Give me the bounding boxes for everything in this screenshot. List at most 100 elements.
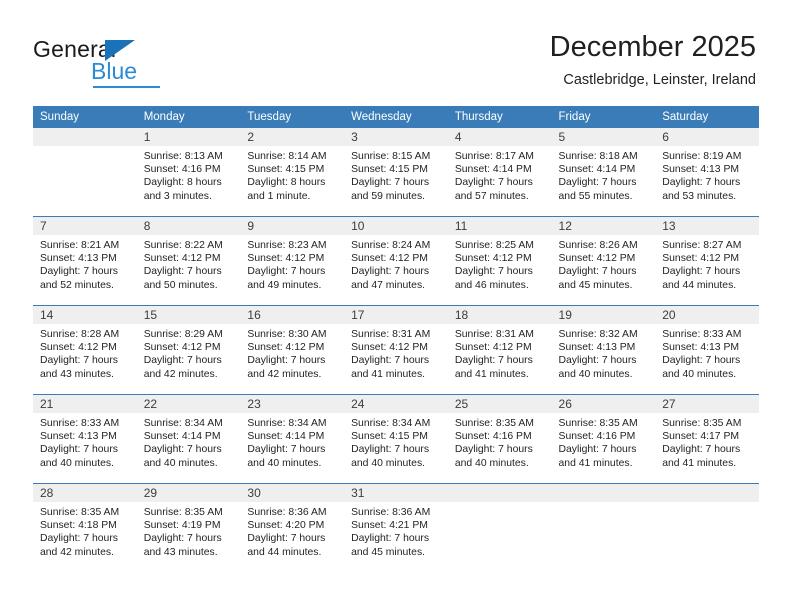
calendar-day-cell[interactable]: 6 Sunrise: 8:19 AM Sunset: 4:13 PM Daylight…: [655, 128, 759, 217]
sunset-text: Sunset: 4:20 PM: [247, 520, 325, 532]
calendar-day-cell[interactable]: [33, 128, 137, 217]
calendar-day-cell[interactable]: 10 Sunrise: 8:24 AM Sunset: 4:12 PM Dayligh…: [344, 216, 448, 306]
weekday-header-friday: Friday: [551, 106, 656, 128]
calendar-day-cell[interactable]: 2 Sunrise: 8:14 AM Sunset: 4:15 PM Daylight…: [240, 128, 345, 217]
calendar-day-cell[interactable]: 20 Sunrise: 8:33 AM Sunset: 4:13 PM Dayligh…: [655, 305, 759, 395]
sunrise-text: Sunrise: 8:19 AM: [662, 151, 742, 162]
daylight-text-line2: and 44 minutes.: [662, 279, 737, 291]
day-number: 17: [344, 306, 448, 324]
calendar-day-cell[interactable]: 24 Sunrise: 8:34 AM Sunset: 4:15 PM Dayligh…: [344, 394, 448, 484]
daylight-text-line1: Daylight: 7 hours: [454, 266, 533, 278]
calendar-day-cell[interactable]: 22 Sunrise: 8:34 AM Sunset: 4:14 PM Dayligh…: [136, 394, 241, 484]
day-details: Sunrise: 8:31 AM Sunset: 4:12 PM Daylight:…: [344, 324, 448, 381]
calendar-day-cell[interactable]: 23 Sunrise: 8:34 AM Sunset: 4:14 PM Dayligh…: [240, 394, 345, 484]
calendar-day-cell[interactable]: 1 Sunrise: 8:13 AM Sunset: 4:16 PM Daylight…: [136, 128, 241, 217]
day-details: Sunrise: 8:17 AM Sunset: 4:14 PM Daylight:…: [448, 146, 552, 203]
sunset-text: Sunset: 4:12 PM: [351, 342, 428, 354]
daylight-text-line2: and 42 minutes.: [40, 546, 114, 558]
day-cell-inner: 23 Sunrise: 8:34 AM Sunset: 4:14 PM Dayligh…: [240, 395, 345, 483]
sunset-text: Sunset: 4:13 PM: [662, 164, 740, 176]
sunset-text: Sunset: 4:19 PM: [143, 520, 221, 532]
day-cell-inner: [655, 484, 759, 572]
daylight-text-line2: and 41 minutes.: [454, 368, 529, 380]
day-details: Sunrise: 8:14 AM Sunset: 4:15 PM Daylight:…: [240, 146, 344, 203]
calendar-day-cell[interactable]: 3 Sunrise: 8:15 AM Sunset: 4:15 PM Daylight…: [344, 128, 448, 217]
calendar-day-cell[interactable]: 5 Sunrise: 8:18 AM Sunset: 4:14 PM Daylight…: [551, 128, 656, 217]
day-cell-inner: 5 Sunrise: 8:18 AM Sunset: 4:14 PM Daylight…: [551, 128, 656, 216]
day-details: Sunrise: 8:33 AM Sunset: 4:13 PM Daylight:…: [655, 324, 759, 381]
day-cell-inner: 2 Sunrise: 8:14 AM Sunset: 4:15 PM Daylight…: [240, 128, 345, 216]
daylight-text-line1: Daylight: 7 hours: [558, 444, 637, 456]
daylight-text-line2: and 59 minutes.: [351, 190, 426, 202]
weekday-header-saturday: Saturday: [655, 106, 759, 128]
day-details: Sunrise: 8:27 AM Sunset: 4:12 PM Daylight:…: [655, 235, 759, 292]
day-details: Sunrise: 8:29 AM Sunset: 4:12 PM Daylight:…: [137, 324, 241, 381]
calendar-day-cell[interactable]: 13 Sunrise: 8:27 AM Sunset: 4:12 PM Dayligh…: [655, 216, 759, 306]
daylight-text-line1: Daylight: 7 hours: [351, 533, 430, 545]
calendar-day-cell[interactable]: 19 Sunrise: 8:32 AM Sunset: 4:13 PM Dayligh…: [551, 305, 656, 395]
calendar-day-cell[interactable]: 31 Sunrise: 8:36 AM Sunset: 4:21 PM Dayligh…: [344, 483, 448, 572]
page-subtitle: Castlebridge, Leinster, Ireland: [563, 72, 756, 88]
daylight-text-line1: Daylight: 7 hours: [454, 355, 533, 367]
sunset-text: Sunset: 4:12 PM: [247, 342, 325, 354]
day-number: 19: [551, 306, 656, 324]
day-details: Sunrise: 8:34 AM Sunset: 4:15 PM Daylight:…: [344, 413, 448, 470]
daylight-text-line2: and 40 minutes.: [454, 457, 529, 469]
calendar-day-cell[interactable]: 18 Sunrise: 8:31 AM Sunset: 4:12 PM Dayligh…: [447, 305, 552, 395]
day-cell-inner: 15 Sunrise: 8:29 AM Sunset: 4:12 PM Dayligh…: [136, 306, 241, 394]
day-details: Sunrise: 8:25 AM Sunset: 4:12 PM Daylight:…: [448, 235, 552, 292]
calendar-day-cell[interactable]: 7 Sunrise: 8:21 AM Sunset: 4:13 PM Daylight…: [33, 216, 137, 306]
calendar-day-cell[interactable]: 9 Sunrise: 8:23 AM Sunset: 4:12 PM Daylight…: [240, 216, 345, 306]
day-number: 29: [136, 484, 241, 502]
calendar-day-cell[interactable]: 21 Sunrise: 8:33 AM Sunset: 4:13 PM Dayligh…: [33, 394, 137, 484]
daylight-text-line2: and 1 minute.: [247, 190, 311, 202]
day-cell-inner: [447, 484, 552, 572]
calendar-day-cell[interactable]: 4 Sunrise: 8:17 AM Sunset: 4:14 PM Daylight…: [447, 128, 552, 217]
day-cell-inner: 27 Sunrise: 8:35 AM Sunset: 4:17 PM Dayligh…: [655, 395, 759, 483]
calendar-day-cell[interactable]: 17 Sunrise: 8:31 AM Sunset: 4:12 PM Dayligh…: [344, 305, 448, 395]
sunset-text: Sunset: 4:12 PM: [40, 342, 117, 354]
day-cell-inner: 28 Sunrise: 8:35 AM Sunset: 4:18 PM Dayligh…: [33, 484, 137, 572]
day-details: Sunrise: 8:13 AM Sunset: 4:16 PM Daylight:…: [137, 146, 241, 203]
daylight-text-line2: and 43 minutes.: [40, 368, 114, 380]
sunset-text: Sunset: 4:12 PM: [143, 253, 221, 265]
sunrise-text: Sunrise: 8:28 AM: [40, 329, 120, 340]
weekday-header-tuesday: Tuesday: [240, 106, 345, 128]
sunrise-text: Sunrise: 8:24 AM: [351, 240, 431, 251]
daylight-text-line1: Daylight: 7 hours: [143, 266, 222, 278]
calendar-day-cell[interactable]: 30 Sunrise: 8:36 AM Sunset: 4:20 PM Dayligh…: [240, 483, 345, 572]
calendar-day-cell[interactable]: 29 Sunrise: 8:35 AM Sunset: 4:19 PM Dayligh…: [136, 483, 241, 572]
day-details: Sunrise: 8:26 AM Sunset: 4:12 PM Daylight:…: [552, 235, 656, 292]
general-blue-logo[interactable]: General Blue: [33, 36, 213, 94]
calendar-day-cell[interactable]: 12 Sunrise: 8:26 AM Sunset: 4:12 PM Dayligh…: [551, 216, 656, 306]
page-header: General Blue December 2025 Castlebridge,…: [0, 0, 792, 102]
sunset-text: Sunset: 4:15 PM: [351, 164, 428, 176]
calendar-week-row: 1 Sunrise: 8:13 AM Sunset: 4:16 PM Daylight…: [33, 128, 759, 217]
daylight-text-line1: Daylight: 7 hours: [143, 355, 222, 367]
sunset-text: Sunset: 4:12 PM: [454, 342, 532, 354]
calendar-day-cell[interactable]: [655, 483, 759, 572]
calendar-day-cell[interactable]: 11 Sunrise: 8:25 AM Sunset: 4:12 PM Dayligh…: [447, 216, 552, 306]
calendar-day-cell[interactable]: 26 Sunrise: 8:35 AM Sunset: 4:16 PM Dayligh…: [551, 394, 656, 484]
day-cell-inner: 12 Sunrise: 8:26 AM Sunset: 4:12 PM Dayligh…: [551, 217, 656, 305]
calendar-body: 1 Sunrise: 8:13 AM Sunset: 4:16 PM Daylight…: [33, 128, 759, 572]
calendar-day-cell[interactable]: 27 Sunrise: 8:35 AM Sunset: 4:17 PM Dayligh…: [655, 394, 759, 484]
calendar-day-cell[interactable]: [551, 483, 656, 572]
daylight-text-line1: Daylight: 7 hours: [558, 177, 637, 189]
daylight-text-line2: and 41 minutes.: [662, 457, 737, 469]
sunset-text: Sunset: 4:14 PM: [558, 164, 636, 176]
calendar-day-cell[interactable]: 15 Sunrise: 8:29 AM Sunset: 4:12 PM Dayligh…: [136, 305, 241, 395]
daylight-text-line2: and 49 minutes.: [247, 279, 322, 291]
calendar-day-cell[interactable]: [447, 483, 552, 572]
calendar-day-cell[interactable]: 14 Sunrise: 8:28 AM Sunset: 4:12 PM Dayligh…: [33, 305, 137, 395]
day-number: 25: [447, 395, 552, 413]
calendar-day-cell[interactable]: 28 Sunrise: 8:35 AM Sunset: 4:18 PM Dayligh…: [33, 483, 137, 572]
calendar-day-cell[interactable]: 25 Sunrise: 8:35 AM Sunset: 4:16 PM Dayligh…: [447, 394, 552, 484]
day-number: 18: [447, 306, 552, 324]
calendar-day-cell[interactable]: 16 Sunrise: 8:30 AM Sunset: 4:12 PM Dayligh…: [240, 305, 345, 395]
day-number: 13: [655, 217, 759, 235]
daylight-text-line1: Daylight: 7 hours: [351, 177, 430, 189]
day-cell-inner: 29 Sunrise: 8:35 AM Sunset: 4:19 PM Dayligh…: [136, 484, 241, 572]
day-details: Sunrise: 8:28 AM Sunset: 4:12 PM Daylight:…: [33, 324, 137, 381]
calendar-day-cell[interactable]: 8 Sunrise: 8:22 AM Sunset: 4:12 PM Daylight…: [136, 216, 241, 306]
